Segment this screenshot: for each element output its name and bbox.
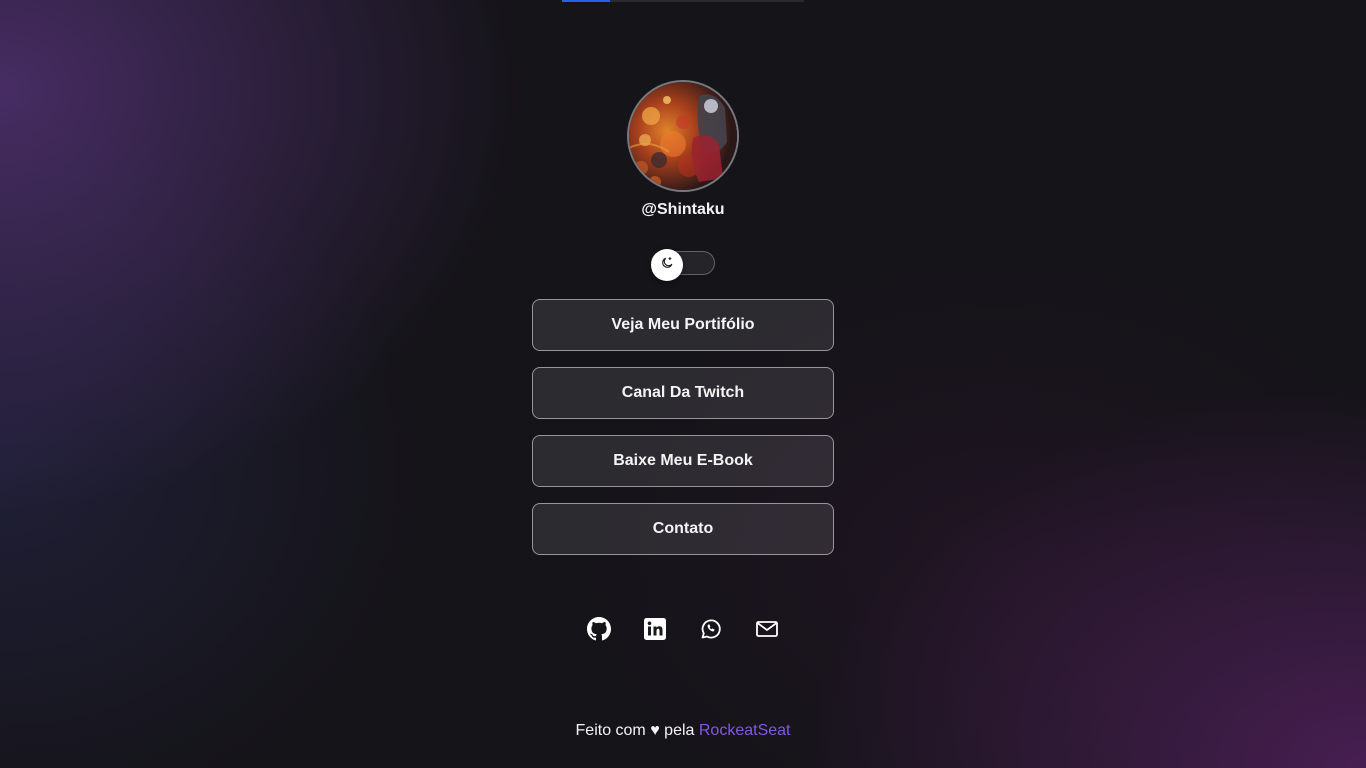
- whatsapp-icon: [699, 617, 723, 646]
- link-item: Baixe Meu E-Book: [532, 435, 834, 487]
- ebook-download-link-button[interactable]: Baixe Meu E-Book: [532, 435, 834, 487]
- twitch-channel-link-button[interactable]: Canal Da Twitch: [532, 367, 834, 419]
- link-item: Contato: [532, 503, 834, 555]
- whatsapp-link[interactable]: [695, 615, 727, 647]
- contact-link-button[interactable]: Contato: [532, 503, 834, 555]
- moon-icon: [660, 256, 674, 275]
- link-item: Veja Meu Portifólio: [532, 299, 834, 351]
- mail-icon: [755, 617, 779, 646]
- avatar: [627, 80, 739, 192]
- username: @Shintaku: [641, 201, 725, 218]
- heart-icon: ♥: [650, 722, 660, 739]
- footer-middle: pela: [664, 722, 695, 739]
- avatar-image: [629, 82, 737, 190]
- theme-toggle-knob[interactable]: [651, 249, 683, 281]
- portfolio-link-button[interactable]: Veja Meu Portifólio: [532, 299, 834, 351]
- link-list: Veja Meu Portifólio Canal Da Twitch Baix…: [532, 299, 834, 571]
- top-progress-fill: [562, 0, 611, 2]
- footer: Feito com ♥ pela RockeatSeat: [483, 722, 883, 740]
- linkedin-link[interactable]: [639, 615, 671, 647]
- email-link[interactable]: [751, 615, 783, 647]
- github-icon: [587, 616, 611, 646]
- link-item: Canal Da Twitch: [532, 367, 834, 419]
- social-links: [583, 615, 783, 647]
- github-link[interactable]: [583, 615, 615, 647]
- footer-prefix: Feito com: [575, 722, 646, 739]
- linkedin-icon: [643, 617, 667, 646]
- theme-toggle-switch[interactable]: [651, 249, 715, 281]
- rocketseat-link[interactable]: RockeatSeat: [699, 722, 791, 739]
- top-progress-bar: [562, 0, 804, 2]
